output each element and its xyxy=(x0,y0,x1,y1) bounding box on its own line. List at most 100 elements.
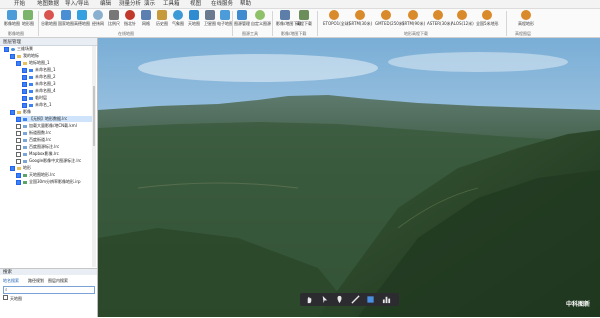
tab-layer-search[interactable]: 图层内搜索 xyxy=(48,278,68,284)
tree-node-item[interactable]: 临时层 xyxy=(22,95,47,101)
checkbox[interactable] xyxy=(22,81,27,87)
checkbox[interactable] xyxy=(4,46,9,52)
tree-node-item[interactable]: 未命名图_4 xyxy=(22,88,56,94)
custom-source-button[interactable]: 自定义图源 xyxy=(251,10,271,29)
srtm90-button[interactable]: SRTM(90米) xyxy=(402,10,425,29)
tree-node-placemark-map[interactable]: 地标地图_1 xyxy=(16,60,50,66)
tree-node-layer[interactable]: 天地图地形.lrc xyxy=(16,172,55,178)
tree-node-my-places[interactable]: 我的地标 xyxy=(10,53,39,59)
menu-edit[interactable]: 编辑 xyxy=(100,1,111,7)
checkbox[interactable] xyxy=(10,109,15,115)
alos-button[interactable]: ALOS(12米) xyxy=(451,10,474,29)
chart-tool-icon[interactable] xyxy=(382,295,391,304)
tree-node-layer[interactable]: 全国30m分辨率影像地形.irp xyxy=(16,179,81,185)
checkbox[interactable] xyxy=(16,130,21,136)
tree-node-layer[interactable]: 百度街道.lrc xyxy=(16,137,51,143)
dem-icon xyxy=(355,10,365,20)
menu-map-data[interactable]: 地图数据 xyxy=(37,1,59,7)
checkbox[interactable] xyxy=(22,88,27,94)
menu-bar: 开始 地图数据 导入/导出 编辑 测量分析 演示 工具箱 视图 在线服务 帮助 xyxy=(0,0,600,9)
layer-icon xyxy=(23,159,27,163)
tree-node-layer[interactable]: 加载大量影像/地CN载.kml xyxy=(16,123,77,129)
tree-scrollbar[interactable] xyxy=(92,46,96,267)
radio[interactable] xyxy=(3,295,8,300)
checkbox[interactable] xyxy=(16,137,21,143)
tree-node-layer[interactable]: 街道图数.lrc xyxy=(16,130,51,136)
terrain-icon xyxy=(23,180,27,184)
marker-tool-icon[interactable] xyxy=(335,295,344,304)
dem-icon xyxy=(433,10,443,20)
menu-help[interactable]: 帮助 xyxy=(240,1,251,7)
source-manage-button[interactable]: 图源管理 xyxy=(233,10,251,29)
menu-measure[interactable]: 测量分析 xyxy=(119,1,141,7)
layer-icon xyxy=(29,75,33,79)
menu-toolbox[interactable]: 工具箱 xyxy=(163,1,180,7)
select-tool-icon[interactable] xyxy=(320,295,329,304)
search-title: 搜索 xyxy=(3,270,12,275)
tree-node-scene[interactable]: 三维场景 xyxy=(4,46,33,52)
srtm30-button[interactable]: SRTM(30米) xyxy=(349,10,372,29)
hand-tool-icon[interactable] xyxy=(305,295,314,304)
search-result-item[interactable]: 天地图 xyxy=(3,295,22,302)
layer-icon xyxy=(29,68,33,72)
search-header: 搜索 xyxy=(0,269,97,275)
search-input[interactable]: ⌕ xyxy=(3,286,95,294)
tree-node-layer[interactable]: 百度图源标注.lrc xyxy=(16,144,59,150)
menu-start[interactable]: 开始 xyxy=(14,1,25,7)
menu-demo[interactable]: 演示 xyxy=(144,1,155,7)
menu-view[interactable]: 视图 xyxy=(190,1,201,7)
checkbox[interactable] xyxy=(16,158,21,164)
tree-node-selected-layer[interactable]: 【无损】地形数据.lrc xyxy=(16,116,94,122)
scrollbar-thumb[interactable] xyxy=(93,86,95,146)
terrain-map-button[interactable]: 地形图 xyxy=(19,10,37,29)
checkbox[interactable] xyxy=(10,53,15,59)
layer-icon xyxy=(23,124,27,128)
checkbox[interactable] xyxy=(22,95,27,101)
checkbox[interactable] xyxy=(16,172,21,178)
tree-node-item[interactable]: 未命名图_2 xyxy=(22,74,56,80)
line-tool-icon[interactable] xyxy=(351,295,360,304)
gmted-button[interactable]: GMTED(250米) xyxy=(375,10,404,29)
checkbox[interactable] xyxy=(16,123,21,129)
tree-node-layer[interactable]: Google影像中文图源标注.lrc xyxy=(16,158,81,164)
tree-node-item[interactable]: 未命名图_3 xyxy=(22,81,56,87)
checkbox[interactable] xyxy=(16,60,21,66)
tab-route-planning[interactable]: 路径规划 xyxy=(28,278,44,284)
polygon-tool-icon[interactable] xyxy=(366,295,375,304)
menu-import-export[interactable]: 导入/导出 xyxy=(65,1,89,7)
tree-node-item[interactable]: 未命名_1 xyxy=(22,102,52,108)
source-manage-icon xyxy=(237,10,247,20)
google-map-button[interactable]: 谷歌地图 xyxy=(40,10,58,29)
terrain-map-icon xyxy=(23,10,33,20)
layer-icon xyxy=(23,152,27,156)
tree-node-item[interactable]: 未命名图_1 xyxy=(22,67,56,73)
tree-node-layer[interactable]: Mapbox影像.lrc xyxy=(16,151,59,157)
checkbox[interactable] xyxy=(16,144,21,150)
dem-icon xyxy=(329,10,339,20)
folder-icon xyxy=(17,110,21,114)
map-3d-view[interactable]: 中科图新 xyxy=(98,38,600,317)
checkbox[interactable] xyxy=(22,74,27,80)
checkbox[interactable] xyxy=(10,165,15,171)
dem-icon xyxy=(457,10,467,20)
menu-online[interactable]: 在线服务 xyxy=(211,1,233,7)
tab-place-search[interactable]: 地名搜索 xyxy=(3,278,19,284)
aster-button[interactable]: ASTER(30米) xyxy=(427,10,452,29)
map-download-button[interactable]: 影像/地图下载 xyxy=(276,10,301,29)
tianditu-icon xyxy=(189,10,199,20)
compass-icon xyxy=(125,10,135,20)
checkbox[interactable] xyxy=(16,116,21,122)
tree-node-terrain[interactable]: 地形 xyxy=(10,165,31,171)
search-icon: ⌕ xyxy=(5,288,8,293)
tree-node-imagery[interactable]: 影像 xyxy=(10,109,31,115)
national-5m-button[interactable]: 全国5米地形 xyxy=(476,10,499,29)
layer-panel: 图层管理 三维场景 我的地标 地标地图_1 未命名图_1 未命名图_2 未命名图… xyxy=(0,38,98,318)
checkbox[interactable] xyxy=(22,102,27,108)
layer-icon xyxy=(23,117,27,121)
etopo1-button[interactable]: ETOPO1(全球) xyxy=(323,10,350,29)
checkbox[interactable] xyxy=(16,179,21,185)
checkbox[interactable] xyxy=(16,151,21,157)
elevation-download-button[interactable]: 高程下载 xyxy=(295,10,313,29)
checkbox[interactable] xyxy=(22,67,27,73)
elevation-layer-button[interactable]: 高程地形 xyxy=(515,10,537,29)
